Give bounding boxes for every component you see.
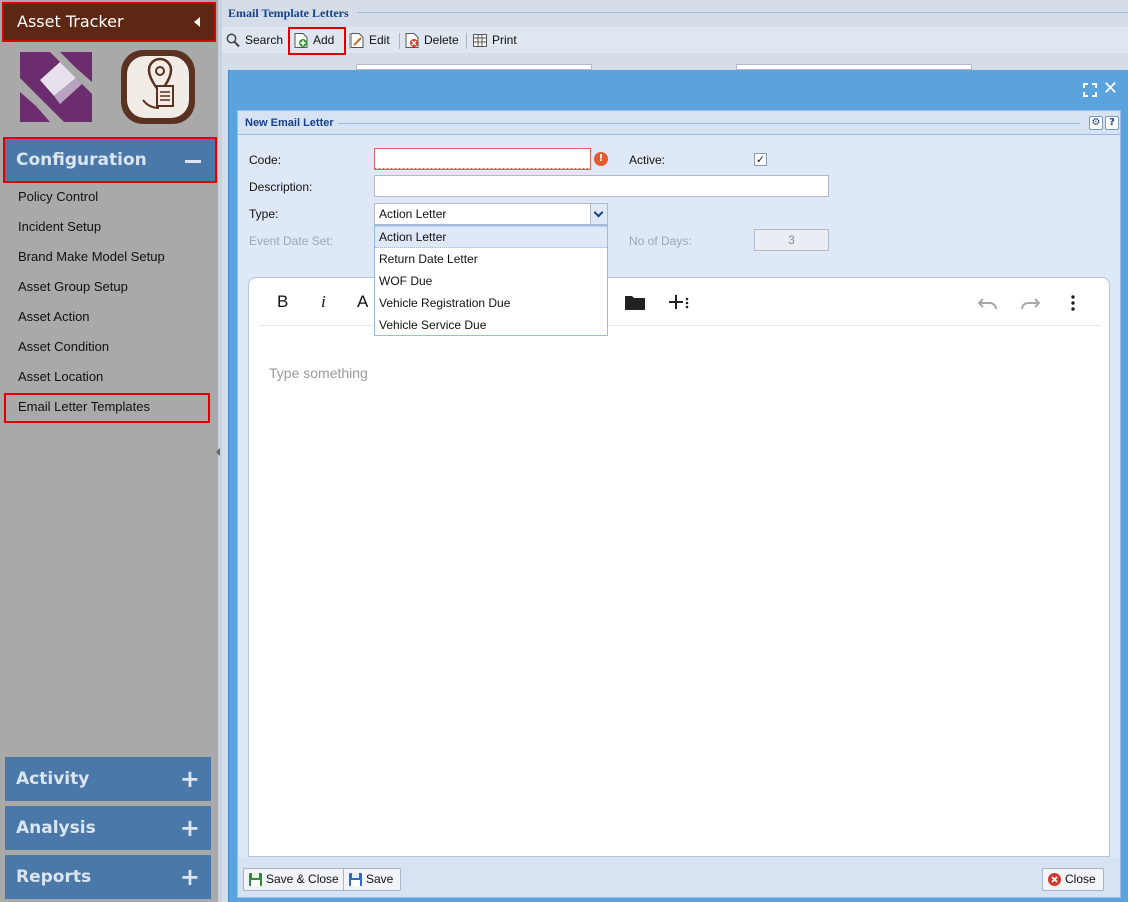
- title-divider: [357, 12, 1128, 13]
- accordion-configuration[interactable]: Configuration: [3, 137, 217, 183]
- close-label: Close: [1065, 872, 1096, 886]
- help-icon[interactable]: ?: [1105, 116, 1119, 130]
- save-and-close-button[interactable]: Save & Close: [243, 868, 347, 891]
- type-option-wof-due[interactable]: WOF Due: [375, 270, 607, 292]
- italic-button[interactable]: i: [321, 292, 326, 312]
- type-dropdown-list: Action Letter Return Date Letter WOF Due…: [374, 225, 608, 336]
- splitter-collapse-icon[interactable]: [216, 448, 220, 456]
- maximize-icon[interactable]: [1083, 83, 1097, 97]
- no-of-days-label: No of Days:: [629, 234, 692, 248]
- more-options-icon[interactable]: [1069, 294, 1077, 312]
- edit-button-label: Edit: [369, 33, 390, 47]
- menu-item-policy-control[interactable]: Policy Control: [18, 189, 98, 204]
- type-selected-value: Action Letter: [379, 207, 447, 221]
- save-disk-icon: [349, 873, 362, 886]
- toolbar-separator: [466, 33, 467, 49]
- save-button[interactable]: Save: [343, 868, 402, 891]
- type-label: Type:: [249, 207, 279, 221]
- delete-button-label: Delete: [424, 33, 459, 47]
- menu-item-incident-setup[interactable]: Incident Setup: [18, 219, 101, 234]
- accordion-analysis-label: Analysis: [16, 818, 96, 838]
- delete-document-icon: [405, 33, 419, 48]
- accordion-activity[interactable]: Activity +: [5, 757, 211, 801]
- header-divider: [338, 123, 1080, 124]
- save-and-close-label: Save & Close: [266, 872, 339, 886]
- page-title: Email Template Letters: [228, 6, 349, 20]
- bold-button[interactable]: B: [277, 292, 288, 312]
- collapse-section-icon[interactable]: [185, 160, 201, 163]
- font-size-button[interactable]: A: [357, 292, 368, 312]
- print-button-label: Print: [492, 33, 517, 47]
- location-document-icon: [142, 57, 174, 109]
- collapse-sidebar-icon[interactable]: [194, 17, 200, 27]
- app-title: Asset Tracker: [17, 12, 124, 31]
- main-toolbar: Search Add Edit Delete Print: [222, 27, 1128, 55]
- panel-footer: Save & Close Save Close: [238, 857, 1120, 897]
- description-label: Description:: [249, 180, 313, 194]
- accordion-reports[interactable]: Reports +: [5, 855, 211, 899]
- insert-plus-icon[interactable]: [668, 293, 690, 311]
- accordion-configuration-label: Configuration: [16, 150, 147, 170]
- editor-placeholder: Type something: [269, 365, 368, 381]
- type-select[interactable]: Action Letter: [374, 203, 608, 225]
- expand-section-icon[interactable]: +: [180, 757, 200, 801]
- panel-header: New Email Letter ⚙ ?: [238, 111, 1120, 135]
- panel-title: New Email Letter: [245, 117, 336, 129]
- new-email-letter-window: ✕ New Email Letter ⚙ ? Code: ! Active: ✓…: [228, 70, 1128, 902]
- search-icon: [226, 33, 240, 48]
- type-option-vehicle-registration-due[interactable]: Vehicle Registration Due: [375, 292, 607, 314]
- accordion-analysis[interactable]: Analysis +: [5, 806, 211, 850]
- code-label: Code:: [249, 153, 282, 167]
- menu-item-asset-group-setup[interactable]: Asset Group Setup: [18, 279, 128, 294]
- description-field[interactable]: [374, 175, 829, 197]
- edit-document-icon: [350, 33, 364, 48]
- chevron-down-icon[interactable]: [590, 204, 607, 224]
- save-label: Save: [366, 872, 394, 886]
- type-option-return-date-letter[interactable]: Return Date Letter: [375, 248, 607, 270]
- form-panel: New Email Letter ⚙ ? Code: ! Active: ✓ D…: [237, 110, 1121, 898]
- expand-section-icon[interactable]: +: [180, 806, 200, 850]
- menu-item-asset-action[interactable]: Asset Action: [18, 309, 90, 324]
- search-button-label: Search: [245, 33, 284, 47]
- settings-gear-icon[interactable]: ⚙: [1089, 116, 1103, 130]
- type-option-action-letter[interactable]: Action Letter: [375, 226, 607, 248]
- expand-section-icon[interactable]: +: [180, 855, 200, 899]
- close-circle-icon: [1048, 873, 1061, 886]
- error-alert-icon: !: [594, 152, 608, 166]
- highlight-add-button: [288, 27, 346, 55]
- active-label: Active:: [629, 153, 666, 167]
- no-of-days-field[interactable]: 3: [754, 229, 829, 251]
- company-logo: [20, 52, 92, 122]
- save-disk-icon: [249, 873, 262, 886]
- toolbar-separator: [399, 33, 400, 49]
- close-button[interactable]: Close: [1042, 868, 1104, 891]
- rich-text-editor[interactable]: B i A Type something: [248, 277, 1110, 857]
- table-grid-icon: [473, 34, 487, 47]
- app-title-bar[interactable]: Asset Tracker: [2, 2, 216, 42]
- accordion-reports-label: Reports: [16, 867, 92, 887]
- accordion-activity-label: Activity: [16, 769, 90, 789]
- menu-item-brand-make-model-setup[interactable]: Brand Make Model Setup: [18, 249, 165, 264]
- undo-icon[interactable]: [977, 295, 999, 311]
- type-option-vehicle-service-due[interactable]: Vehicle Service Due: [375, 314, 607, 336]
- app-logo: [121, 50, 195, 124]
- sidebar: Asset Tracker Configuration Policy Contr…: [0, 0, 220, 902]
- active-checkbox[interactable]: ✓: [754, 153, 767, 166]
- code-field[interactable]: [374, 148, 591, 170]
- folder-icon[interactable]: [624, 293, 646, 311]
- redo-icon[interactable]: [1019, 295, 1041, 311]
- close-window-icon[interactable]: ✕: [1103, 79, 1118, 99]
- menu-item-asset-location[interactable]: Asset Location: [18, 369, 103, 384]
- menu-item-asset-condition[interactable]: Asset Condition: [18, 339, 109, 354]
- event-date-set-label: Event Date Set:: [249, 234, 334, 248]
- menu-item-email-letter-templates[interactable]: Email Letter Templates: [18, 399, 150, 414]
